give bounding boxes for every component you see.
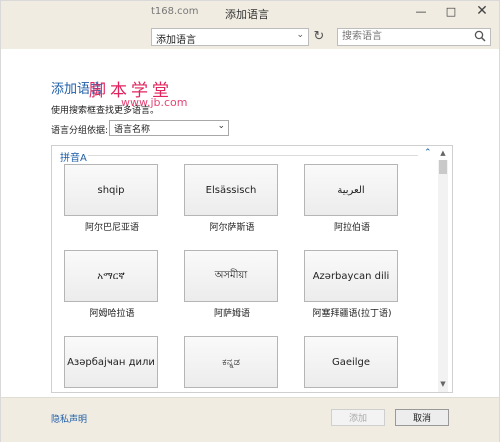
language-tile[interactable]: Gaeilge	[304, 336, 398, 388]
minimize-button[interactable]: —	[407, 1, 435, 21]
language-native-name: অসমীয়া	[214, 269, 248, 281]
section-divider	[88, 155, 418, 156]
maximize-button[interactable]: □	[437, 1, 465, 21]
language-tile[interactable]: Azərbaycan dili	[304, 250, 398, 302]
language-native-name: Elsässisch	[205, 184, 257, 196]
language-tile[interactable]: አማርኛ	[64, 250, 158, 302]
group-by-select[interactable]: 语言名称 ⌄	[109, 120, 229, 136]
collapse-icon[interactable]: ⌃	[424, 148, 432, 158]
scroll-down-icon[interactable]: ▼	[438, 380, 448, 388]
address-bar[interactable]: 添加语言 ⌄	[151, 28, 309, 46]
group-by-label: 语言分组依据:	[51, 126, 109, 136]
scrollbar-thumb[interactable]	[439, 160, 447, 174]
address-path: 添加语言	[156, 35, 196, 46]
language-native-name: Azərbaycan dili	[312, 270, 390, 282]
footer-bar: 隐私声明 添加 取消	[1, 397, 499, 442]
language-tile[interactable]: অসমীয়া	[184, 250, 278, 302]
refresh-button[interactable]: ↻	[311, 28, 327, 44]
search-icon[interactable]	[473, 29, 487, 43]
language-tile[interactable]: shqip	[64, 164, 158, 216]
add-button[interactable]: 添加	[331, 409, 385, 426]
chevron-down-icon: ⌄	[217, 121, 225, 131]
add-language-window: t168.com 添加语言 — □ ✕ 添加语言 ⌄ ↻ 添加语言 脚本学堂 w…	[0, 0, 500, 442]
language-list-panel: 拼音A ⌃ shqip 阿尔巴尼亚语 Elsässisch 阿尔萨斯语 العر…	[51, 145, 453, 393]
title-bar: t168.com 添加语言 — □ ✕	[1, 1, 499, 25]
title-watermark: t168.com	[151, 6, 199, 17]
refresh-icon: ↻	[313, 28, 325, 44]
language-caption: 阿塞拜疆语(拉丁语)	[312, 309, 392, 319]
cancel-button[interactable]: 取消	[395, 409, 449, 426]
language-native-name: shqip	[97, 184, 125, 196]
scroll-up-icon[interactable]: ▲	[438, 149, 448, 157]
group-by-value: 语言名称	[114, 125, 151, 135]
language-caption: 阿拉伯语	[333, 223, 370, 233]
description-text: 使用搜索框查找更多语言。	[51, 106, 160, 116]
window-title: 添加语言	[225, 8, 269, 21]
language-tile[interactable]: Азәрбајҹан дили	[64, 336, 158, 388]
vertical-scrollbar[interactable]	[438, 160, 448, 392]
language-native-name: ಕನ್ನಡ	[222, 356, 240, 368]
language-native-name: Gaeilge	[331, 356, 371, 368]
close-icon: ✕	[476, 3, 488, 19]
privacy-statement-link[interactable]: 隐私声明	[51, 412, 87, 425]
language-tile[interactable]: Elsässisch	[184, 164, 278, 216]
language-caption: 阿萨姆语	[213, 309, 250, 319]
language-native-name: العربية	[337, 184, 365, 196]
chevron-down-icon[interactable]: ⌄	[296, 30, 304, 40]
address-row: 添加语言 ⌄ ↻	[1, 25, 499, 49]
language-tile[interactable]: العربية	[304, 164, 398, 216]
language-native-name: Азәрбајҹан дили	[67, 356, 155, 368]
language-caption: 阿尔萨斯语	[209, 223, 255, 233]
section-header: 拼音A	[60, 153, 87, 164]
language-tile[interactable]: ಕನ್ನಡ	[184, 336, 278, 388]
language-caption: 阿尔巴尼亚语	[84, 223, 139, 233]
minimize-icon: —	[415, 4, 427, 18]
maximize-icon: □	[445, 4, 457, 18]
search-box[interactable]	[337, 28, 491, 46]
close-button[interactable]: ✕	[465, 1, 499, 21]
search-input[interactable]	[340, 30, 472, 43]
language-native-name: አማርኛ	[97, 270, 125, 282]
language-caption: 阿姆哈拉语	[89, 309, 135, 319]
